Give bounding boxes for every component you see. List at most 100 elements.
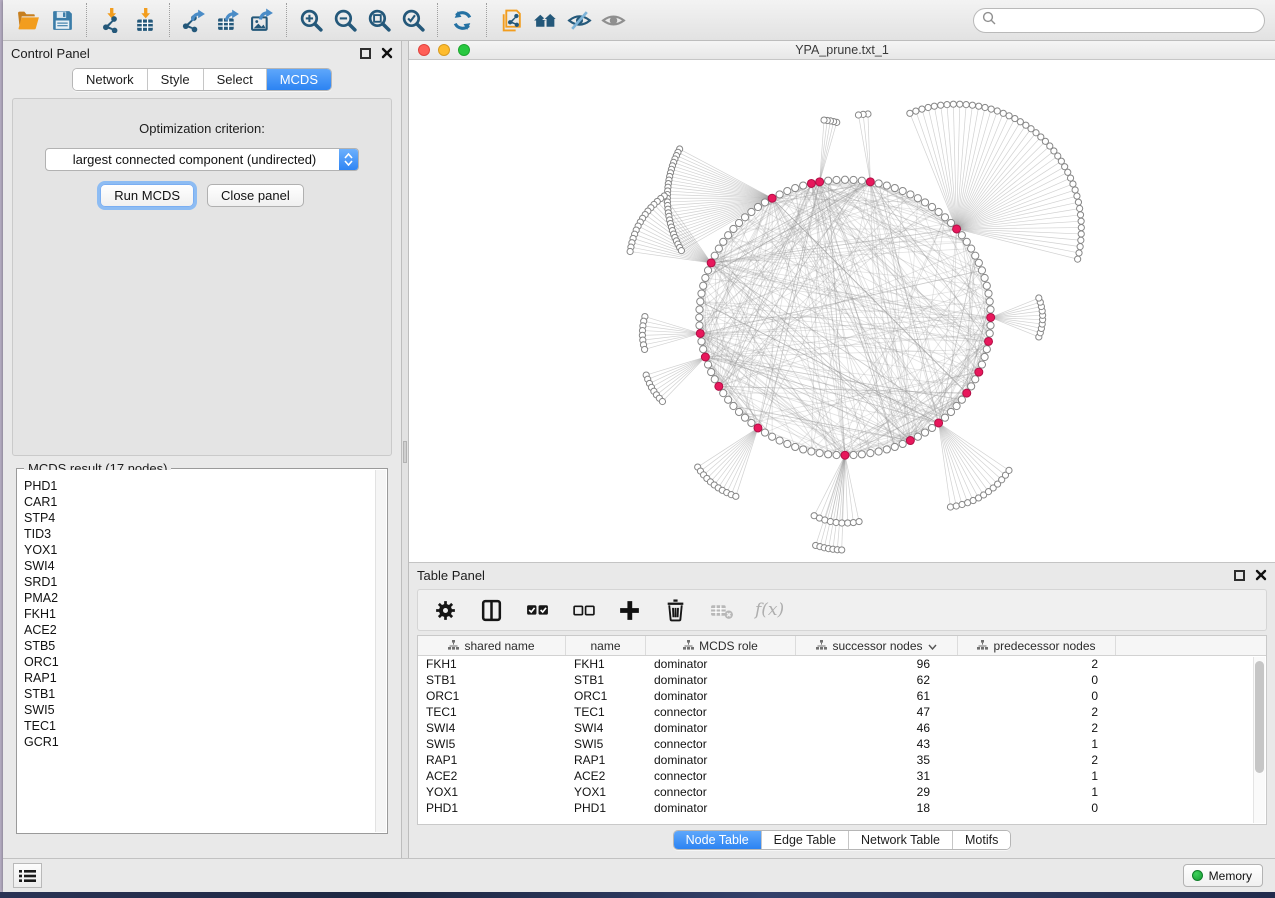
run-mcds-button[interactable]: Run MCDS [100, 184, 194, 207]
result-node-item[interactable]: SRD1 [24, 574, 386, 590]
splitter-grip[interactable] [403, 441, 407, 463]
result-node-item[interactable]: SWI5 [24, 702, 386, 718]
tab-select[interactable]: Select [203, 69, 266, 90]
result-node-item[interactable]: YOX1 [24, 542, 386, 558]
toolbar-separator [437, 3, 438, 37]
open-session-icon[interactable] [11, 4, 45, 36]
tab-network-table[interactable]: Network Table [848, 831, 952, 849]
save-session-icon[interactable] [45, 4, 79, 36]
shared-column-icon [977, 639, 988, 653]
vertical-splitter[interactable] [401, 41, 409, 858]
hide-selected-icon[interactable] [562, 4, 596, 36]
control-panel: Control Panel NetworkStyleSelectMCDS Opt… [3, 41, 401, 858]
result-node-item[interactable]: STP4 [24, 510, 386, 526]
result-list-scrollbar[interactable] [375, 470, 386, 832]
neighbors-icon[interactable] [528, 4, 562, 36]
result-node-item[interactable]: CAR1 [24, 494, 386, 510]
table-row[interactable]: SWI5SWI5connector431 [418, 736, 1266, 752]
import-table-icon[interactable] [128, 4, 162, 36]
result-node-item[interactable]: TID3 [24, 526, 386, 542]
cell-mcds-role: dominator [646, 721, 796, 735]
close-table-panel-icon[interactable] [1255, 569, 1267, 581]
zoom-fit-icon[interactable] [362, 4, 396, 36]
export-image-icon[interactable] [245, 4, 279, 36]
table-row[interactable]: TEC1TEC1connector472 [418, 704, 1266, 720]
table-options-gear-icon[interactable] [433, 598, 458, 623]
search-input[interactable] [997, 11, 1264, 31]
sort-caret-icon[interactable] [928, 639, 937, 653]
float-panel-icon[interactable] [360, 48, 371, 59]
criterion-dropdown[interactable]: largest connected component (undirected) [45, 148, 359, 171]
column-header-predecessor-nodes[interactable]: predecessor nodes [958, 636, 1116, 655]
result-node-item[interactable]: STB5 [24, 638, 386, 654]
table-row[interactable]: SWI4SWI4dominator462 [418, 720, 1266, 736]
share-document-icon[interactable] [494, 4, 528, 36]
zoom-in-icon[interactable] [294, 4, 328, 36]
result-node-item[interactable]: GCR1 [24, 734, 386, 750]
tab-edge-table[interactable]: Edge Table [761, 831, 848, 849]
column-header-name[interactable]: name [566, 636, 646, 655]
import-network-icon[interactable] [94, 4, 128, 36]
cell-shared-name: YOX1 [418, 785, 566, 799]
show-all-icon[interactable] [596, 4, 630, 36]
mcds-result-list[interactable]: PHD1CAR1STP4TID3YOX1SWI4SRD1PMA2FKH1ACE2… [18, 470, 386, 832]
result-node-item[interactable]: STB1 [24, 686, 386, 702]
deselect-all-rows-icon[interactable] [571, 598, 596, 623]
tab-style[interactable]: Style [147, 69, 203, 90]
delete-table-icon [709, 598, 734, 623]
search-box[interactable] [973, 8, 1265, 33]
cell-shared-name: STB1 [418, 673, 566, 687]
toolbar-separator [486, 3, 487, 37]
float-table-panel-icon[interactable] [1234, 570, 1245, 581]
cell-shared-name: ORC1 [418, 689, 566, 703]
select-all-rows-icon[interactable] [525, 598, 550, 623]
table-row[interactable]: YOX1YOX1connector291 [418, 784, 1266, 800]
cell-shared-name: SWI4 [418, 721, 566, 735]
show-columns-icon[interactable] [479, 598, 504, 623]
cell-shared-name: SWI5 [418, 737, 566, 751]
cell-name: STB1 [566, 673, 646, 687]
status-bar: Memory [3, 858, 1275, 892]
table-row[interactable]: PHD1PHD1dominator180 [418, 800, 1266, 816]
result-node-item[interactable]: ACE2 [24, 622, 386, 638]
network-window-titlebar[interactable]: YPA_prune.txt_1 [409, 41, 1275, 60]
table-scrollbar[interactable] [1253, 657, 1265, 823]
column-header-mcds-role[interactable]: MCDS role [646, 636, 796, 655]
result-node-item[interactable]: SWI4 [24, 558, 386, 574]
table-row[interactable]: RAP1RAP1dominator352 [418, 752, 1266, 768]
cell-name: YOX1 [566, 785, 646, 799]
table-row[interactable]: FKH1FKH1dominator962 [418, 656, 1266, 672]
cell-predecessor-nodes: 1 [958, 785, 1116, 799]
tab-network[interactable]: Network [73, 69, 147, 90]
close-panel-button[interactable]: Close panel [207, 184, 304, 207]
table-scrollbar-thumb[interactable] [1255, 661, 1264, 773]
result-node-item[interactable]: PHD1 [24, 478, 386, 494]
task-history-button[interactable] [13, 863, 42, 888]
tab-motifs[interactable]: Motifs [952, 831, 1010, 849]
export-network-icon[interactable] [177, 4, 211, 36]
close-panel-icon[interactable] [381, 47, 393, 59]
cell-name: TEC1 [566, 705, 646, 719]
cell-mcds-role: dominator [646, 673, 796, 687]
tab-node-table[interactable]: Node Table [674, 831, 761, 849]
network-canvas[interactable] [409, 60, 1275, 562]
toolbar-separator [86, 3, 87, 37]
delete-column-icon[interactable] [663, 598, 688, 623]
zoom-out-icon[interactable] [328, 4, 362, 36]
tab-mcds[interactable]: MCDS [266, 69, 331, 90]
export-table-icon[interactable] [211, 4, 245, 36]
column-header-successor-nodes[interactable]: successor nodes [796, 636, 958, 655]
result-node-item[interactable]: PMA2 [24, 590, 386, 606]
result-node-item[interactable]: TEC1 [24, 718, 386, 734]
table-row[interactable]: ORC1ORC1dominator610 [418, 688, 1266, 704]
refresh-icon[interactable] [445, 4, 479, 36]
table-row[interactable]: STB1STB1dominator620 [418, 672, 1266, 688]
add-column-icon[interactable] [617, 598, 642, 623]
result-node-item[interactable]: FKH1 [24, 606, 386, 622]
result-node-item[interactable]: ORC1 [24, 654, 386, 670]
memory-button[interactable]: Memory [1183, 864, 1263, 887]
column-header-shared-name[interactable]: shared name [418, 636, 566, 655]
result-node-item[interactable]: RAP1 [24, 670, 386, 686]
zoom-selected-icon[interactable] [396, 4, 430, 36]
table-row[interactable]: ACE2ACE2connector311 [418, 768, 1266, 784]
